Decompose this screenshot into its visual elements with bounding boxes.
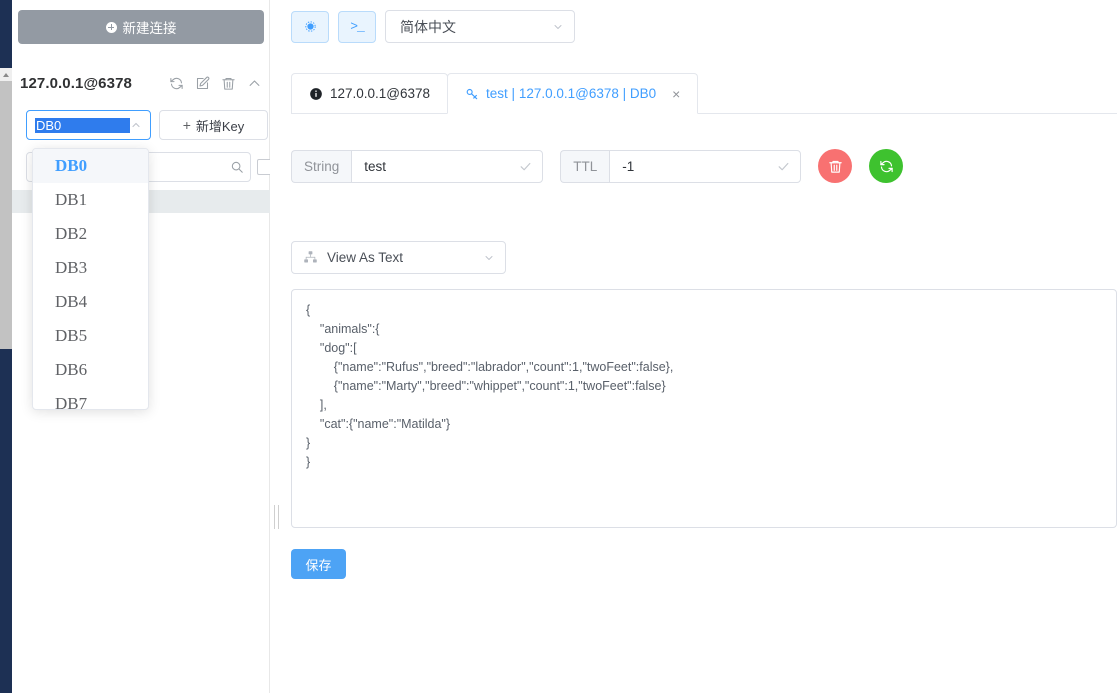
- dropdown-arrow-icon: [67, 148, 79, 149]
- rail-scrollbar[interactable]: [0, 68, 12, 349]
- save-button[interactable]: 保存: [291, 549, 346, 579]
- tab-bar: 127.0.0.1@6378 test | 127.0.0.1@6378 | D…: [291, 73, 1117, 114]
- value-editor-content[interactable]: { "animals":{ "dog":[ {"name":"Rufus","b…: [306, 301, 1102, 472]
- search-icon[interactable]: [230, 160, 244, 174]
- db-dropdown-menu: DB0 DB1 DB2 DB3 DB4 DB5 DB6 DB7: [32, 148, 149, 410]
- delete-icon[interactable]: [221, 76, 236, 91]
- tab-connection-info[interactable]: 127.0.0.1@6378: [291, 73, 449, 113]
- chevron-up-icon: [130, 119, 142, 131]
- close-icon[interactable]: ×: [672, 87, 680, 101]
- key-name-input[interactable]: [364, 158, 514, 174]
- main-content: >_ 简体中文 127.0.0.1@6378 test | 127.0.0.1@…: [282, 0, 1117, 693]
- app-window: 新建连接 127.0.0.1@6378 DB0 + 新增Key DB0 DB1 …: [0, 0, 1117, 693]
- settings-button[interactable]: [291, 10, 329, 43]
- key-name-group: String: [291, 149, 544, 183]
- db-option-1[interactable]: DB1: [33, 183, 148, 217]
- refresh-key-button[interactable]: [869, 149, 904, 183]
- db-option-2[interactable]: DB2: [33, 217, 148, 251]
- db-option-3[interactable]: DB3: [33, 251, 148, 285]
- connection-title: 127.0.0.1@6378: [20, 74, 132, 92]
- refresh-icon[interactable]: [169, 76, 184, 91]
- refresh-icon: [879, 159, 894, 174]
- ttl-label: TTL: [560, 149, 610, 183]
- plus-icon: +: [182, 117, 191, 133]
- chevron-down-icon: [483, 252, 495, 264]
- edit-icon[interactable]: [195, 76, 210, 91]
- db-select[interactable]: DB0: [26, 110, 151, 140]
- panel-splitter: [270, 0, 282, 693]
- delete-key-button[interactable]: [818, 149, 853, 183]
- trash-icon: [828, 159, 843, 174]
- new-connection-label: 新建连接: [122, 21, 177, 36]
- top-toolbar: >_ 简体中文: [291, 10, 575, 43]
- gear-icon: [303, 19, 318, 34]
- chevron-down-icon: [552, 21, 564, 33]
- db-row: DB0 + 新增Key: [26, 110, 268, 140]
- db-option-7[interactable]: DB7: [33, 387, 148, 409]
- splitter-drag-handle[interactable]: [274, 505, 279, 529]
- language-value: 简体中文: [400, 18, 456, 35]
- ttl-input[interactable]: [622, 158, 772, 174]
- left-rail: [0, 0, 12, 693]
- sidebar: 新建连接 127.0.0.1@6378 DB0 + 新增Key DB0 DB1 …: [12, 0, 273, 693]
- view-as-value: View As Text: [327, 250, 404, 265]
- ttl-group: TTL: [560, 149, 802, 183]
- new-connection-button[interactable]: 新建连接: [18, 10, 264, 44]
- db-option-6[interactable]: DB6: [33, 353, 148, 387]
- db-option-5[interactable]: DB5: [33, 319, 148, 353]
- collapse-chevron-icon[interactable]: [247, 76, 262, 91]
- key-name-input-wrap[interactable]: [351, 149, 544, 183]
- check-icon[interactable]: [519, 160, 532, 173]
- key-icon: [465, 87, 479, 101]
- tab-key-test[interactable]: test | 127.0.0.1@6378 | DB0 ×: [447, 73, 699, 114]
- ttl-input-wrap[interactable]: [609, 149, 802, 183]
- add-key-label: 新增Key: [195, 118, 245, 134]
- info-icon: [309, 87, 323, 101]
- value-editor[interactable]: { "animals":{ "dog":[ {"name":"Rufus","b…: [291, 289, 1117, 528]
- terminal-icon: >_: [350, 19, 365, 34]
- tab-label: test | 127.0.0.1@6378 | DB0: [486, 86, 657, 101]
- db-option-0[interactable]: DB0: [33, 149, 148, 183]
- add-key-button[interactable]: + 新增Key: [159, 110, 268, 140]
- plus-circle-icon: [105, 21, 117, 33]
- hierarchy-icon: [303, 250, 318, 265]
- language-select[interactable]: 简体中文: [385, 10, 575, 43]
- key-type-label: String: [291, 149, 352, 183]
- db-option-4[interactable]: DB4: [33, 285, 148, 319]
- db-select-value: DB0: [35, 117, 130, 133]
- terminal-button[interactable]: >_: [338, 10, 376, 43]
- check-icon[interactable]: [777, 160, 790, 173]
- view-as-select[interactable]: View As Text: [291, 241, 506, 274]
- tab-label: 127.0.0.1@6378: [330, 86, 431, 101]
- connection-actions: [169, 76, 266, 91]
- scroll-up-arrow-icon[interactable]: [0, 68, 12, 81]
- key-edit-row: String TTL: [291, 149, 904, 183]
- connection-header: 127.0.0.1@6378: [20, 70, 266, 96]
